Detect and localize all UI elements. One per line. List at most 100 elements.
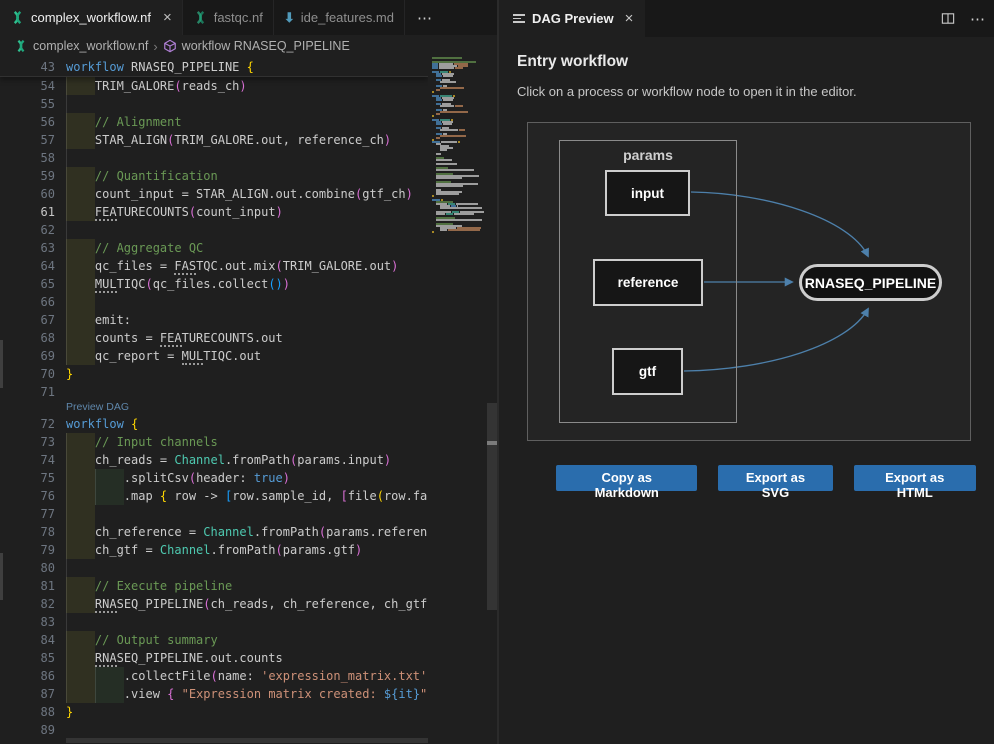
tab-ide-features[interactable]: ⬇ ide_features.md	[274, 0, 405, 35]
code-token: FEA	[160, 331, 182, 347]
code-token: true	[254, 471, 283, 485]
minimap-segment	[459, 129, 465, 131]
breadcrumb-symbol[interactable]: workflow RNASEQ_PIPELINE	[182, 39, 350, 53]
code-line[interactable]: 67 emit:	[0, 311, 428, 329]
code-line[interactable]: 57 STAR_ALIGN(TRIM_GALORE.out, reference…	[0, 131, 428, 149]
split-editor-icon[interactable]	[940, 11, 956, 26]
minimap-segment	[432, 231, 434, 233]
code-line[interactable]: 77	[0, 505, 428, 523]
code-line[interactable]: 76 .map { row -> [row.sample_id, [file(r…	[0, 487, 428, 505]
code-area[interactable]: 43workflow RNASEQ_PIPELINE { 54 TRIM_GAL…	[0, 57, 428, 744]
code-line[interactable]: 88}	[0, 703, 428, 721]
nextflow-icon	[10, 10, 25, 25]
copy-as-markdown-button[interactable]: Copy as Markdown	[556, 465, 697, 491]
tab-overflow-button[interactable]: ⋯	[405, 0, 445, 35]
code-line[interactable]: 72workflow {	[0, 415, 428, 433]
code-line[interactable]: 82 RNASEQ_PIPELINE(ch_reads, ch_referenc…	[0, 595, 428, 613]
code-editor[interactable]: 43workflow RNASEQ_PIPELINE { 54 TRIM_GAL…	[0, 57, 497, 744]
code-token: )	[283, 471, 290, 485]
code-token: header:	[196, 471, 254, 485]
node-gtf[interactable]: gtf	[612, 348, 683, 395]
minimap-segment	[436, 99, 442, 101]
breadcrumb-file[interactable]: complex_workflow.nf	[33, 39, 148, 53]
code-token: (	[211, 669, 218, 683]
chevron-right-icon: ›	[153, 39, 157, 54]
minimap-segment	[432, 57, 462, 59]
line-number: 68	[0, 329, 55, 347]
vertical-scrollbar[interactable]	[487, 403, 497, 610]
indent-guide	[66, 149, 67, 167]
line-number: 78	[0, 523, 55, 541]
code-line[interactable]: 84 // Output summary	[0, 631, 428, 649]
code-line[interactable]: 80	[0, 559, 428, 577]
code-line[interactable]: 70}	[0, 365, 428, 383]
code-line[interactable]: 85 RNASEQ_PIPELINE.out.counts	[0, 649, 428, 667]
minimap-segment	[440, 81, 456, 83]
sticky-scroll-line[interactable]: 43workflow RNASEQ_PIPELINE {	[0, 57, 428, 77]
code-line[interactable]: 81 // Execute pipeline	[0, 577, 428, 595]
indent-rainbow-tint	[66, 523, 95, 541]
code-line[interactable]: 87 .view { "Expression matrix created: $…	[0, 685, 428, 703]
code-token: TRIM_GALORE.out	[283, 259, 391, 273]
code-token: RNA	[95, 597, 117, 613]
code-line[interactable]: 63 // Aggregate QC	[0, 239, 428, 257]
code-line[interactable]: 61 FEATURECOUNTS(count_input)	[0, 203, 428, 221]
code-line[interactable]: 64 qc_files = FASTQC.out.mix(TRIM_GALORE…	[0, 257, 428, 275]
minimap-segment	[432, 91, 434, 93]
line-number: 43	[0, 57, 55, 77]
code-token: (	[377, 489, 384, 503]
code-line[interactable]: 68 counts = FEATURECOUNTS.out	[0, 329, 428, 347]
nextflow-icon	[14, 39, 28, 53]
indent-rainbow-tint	[66, 275, 95, 293]
code-line[interactable]: 65 MULTIQC(qc_files.collect())	[0, 275, 428, 293]
code-line[interactable]: 66	[0, 293, 428, 311]
code-line[interactable]: 55	[0, 95, 428, 113]
code-token: gtf_ch	[362, 187, 405, 201]
minimap-segment	[441, 141, 457, 143]
tab-label: complex_workflow.nf	[31, 10, 151, 25]
code-token: // Execute pipeline	[95, 579, 232, 593]
code-line[interactable]: 69 qc_report = MULTIQC.out	[0, 347, 428, 365]
code-line[interactable]: 79 ch_gtf = Channel.fromPath(params.gtf)	[0, 541, 428, 559]
code-line[interactable]: 89	[0, 721, 428, 739]
code-line[interactable]: 54 TRIM_GALORE(reads_ch)	[0, 77, 428, 95]
node-reference[interactable]: reference	[593, 259, 703, 306]
tab-fastqc[interactable]: fastqc.nf	[183, 0, 274, 35]
minimap[interactable]	[428, 57, 486, 744]
export-as-html-button[interactable]: Export as HTML	[854, 465, 976, 491]
code-line[interactable]: 71	[0, 383, 428, 401]
indent-rainbow-tint	[66, 77, 95, 95]
minimap-segment	[436, 159, 452, 161]
code-line[interactable]: 56 // Alignment	[0, 113, 428, 131]
workflow-symbol-icon	[163, 39, 177, 53]
node-input[interactable]: input	[605, 170, 690, 216]
code-line[interactable]: 75 .splitCsv(header: true)	[0, 469, 428, 487]
node-rnaseq-pipeline[interactable]: RNASEQ_PIPELINE	[799, 264, 942, 301]
close-icon[interactable]: ×	[163, 10, 172, 25]
tab-complex-workflow[interactable]: complex_workflow.nf ×	[0, 0, 183, 35]
code-line[interactable]: 60 count_input = STAR_ALIGN.out.combine(…	[0, 185, 428, 203]
code-token: (	[146, 277, 153, 291]
line-number: 64	[0, 257, 55, 275]
more-actions-icon[interactable]: ⋯	[970, 10, 986, 28]
dag-diagram: params input reference gtf RNASEQ_PIPELI…	[527, 122, 971, 441]
code-line[interactable]: 74 ch_reads = Channel.fromPath(params.in…	[0, 451, 428, 469]
code-line[interactable]: 59 // Quantification	[0, 167, 428, 185]
code-line[interactable]: 83	[0, 613, 428, 631]
code-lines[interactable]: 54 TRIM_GALORE(reads_ch)5556 // Alignmen…	[0, 77, 428, 739]
close-icon[interactable]: ×	[625, 10, 634, 27]
codelens-preview-dag[interactable]: Preview DAG	[0, 401, 428, 415]
code-line[interactable]: 86 .collectFile(name: 'expression_matrix…	[0, 667, 428, 685]
code-line[interactable]: 78 ch_reference = Channel.fromPath(param…	[0, 523, 428, 541]
tab-dag-preview[interactable]: DAG Preview ×	[499, 0, 645, 37]
code-token: )	[384, 453, 391, 467]
code-line[interactable]: 58	[0, 149, 428, 167]
code-token: SEQ_PIPELINE	[117, 597, 204, 611]
export-as-svg-button[interactable]: Export as SVG	[718, 465, 832, 491]
line-number: 61	[0, 203, 55, 221]
code-line[interactable]: 62	[0, 221, 428, 239]
horizontal-scrollbar[interactable]	[66, 738, 428, 743]
minimap-segment	[440, 229, 447, 231]
code-line[interactable]: 73 // Input channels	[0, 433, 428, 451]
code-token: )	[355, 543, 362, 557]
